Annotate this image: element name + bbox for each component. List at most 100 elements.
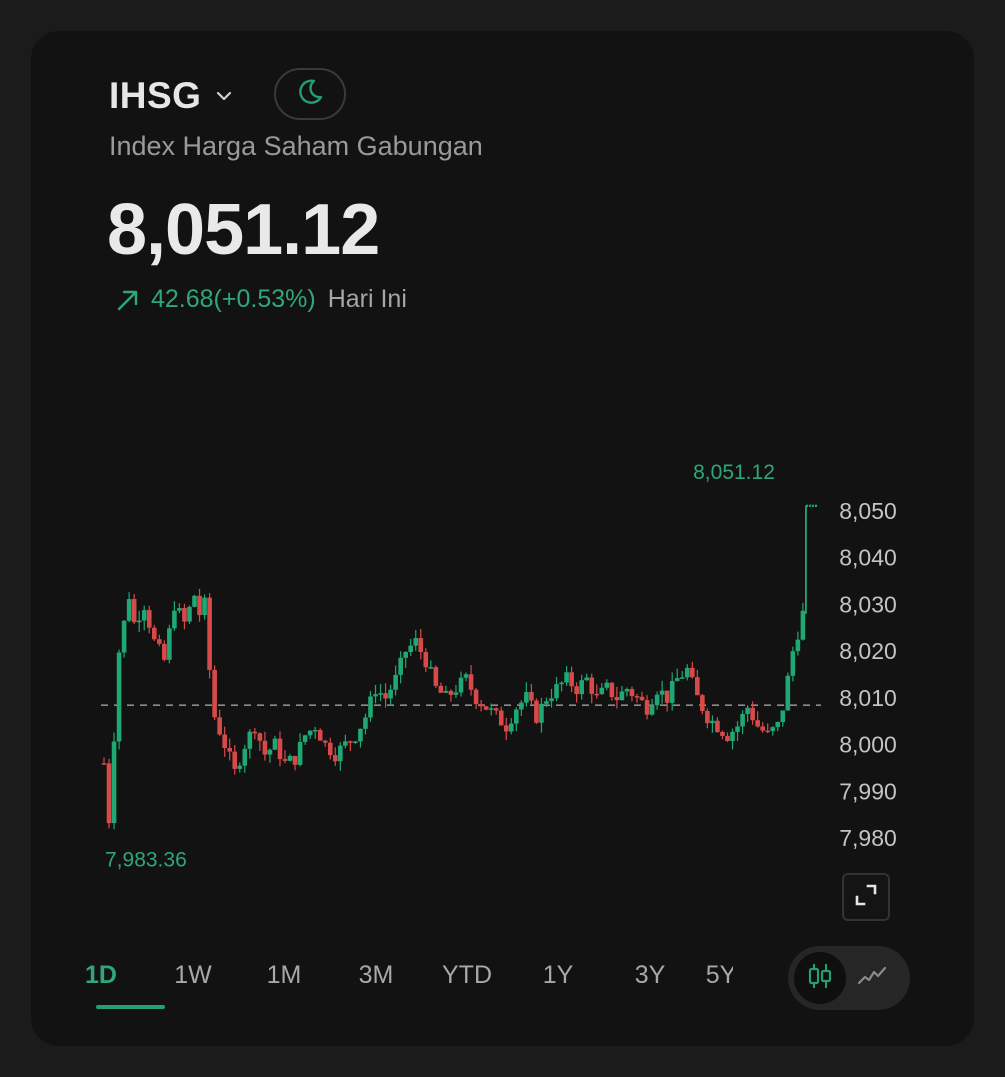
expand-icon: [853, 882, 879, 913]
candle-body: [287, 755, 293, 761]
candle-body: [378, 693, 383, 695]
candle-body: [232, 751, 238, 769]
candle-body: [383, 693, 388, 699]
candle-body: [227, 748, 233, 752]
candle-body: [212, 669, 217, 718]
candle-body: [252, 731, 258, 734]
expand-chart-button[interactable]: [842, 873, 890, 921]
candle-body: [453, 692, 459, 695]
current-price: 8,051.12: [107, 190, 380, 270]
candle-body: [373, 694, 378, 697]
candlestick-mode-button[interactable]: [794, 952, 846, 1004]
candle-body: [689, 667, 695, 678]
candle-body: [418, 638, 424, 652]
candle-body: [679, 677, 685, 679]
candle-body: [604, 682, 610, 688]
candle-body: [222, 734, 227, 749]
candle-body: [398, 657, 403, 675]
candle-body: [564, 672, 569, 683]
range-tab-1m[interactable]: 1M: [267, 961, 302, 990]
candle-body: [539, 703, 544, 723]
candle-body: [554, 684, 559, 699]
range-tab-1d[interactable]: 1D: [85, 961, 117, 990]
candle-body: [393, 674, 398, 690]
candle-body: [684, 667, 690, 678]
candle-body: [101, 763, 107, 765]
range-tab-5y[interactable]: 5Y: [706, 961, 733, 990]
candle-body: [549, 698, 554, 702]
line-mode-button[interactable]: [846, 952, 898, 1004]
candle-body: [368, 696, 373, 718]
range-tab-1w[interactable]: 1W: [174, 961, 212, 990]
range-tab-3y[interactable]: 3Y: [635, 961, 666, 990]
range-tab-ytd[interactable]: YTD: [442, 961, 492, 990]
candle-body: [257, 733, 263, 741]
candle-body: [443, 690, 449, 693]
candle-body: [353, 741, 358, 743]
candle-body: [574, 686, 579, 695]
candle-body: [428, 667, 434, 669]
candle-body: [579, 680, 584, 695]
candle-body: [594, 693, 600, 696]
high-label: 8,051.12: [693, 461, 775, 484]
candle-body: [363, 717, 368, 729]
candle-body: [126, 599, 132, 621]
index-card: IHSG Index Harga Saham Gabungan 8,051.12…: [31, 31, 974, 1046]
candle-body: [151, 627, 157, 640]
candle-body: [448, 690, 454, 695]
candle-body: [121, 620, 127, 653]
candle-body: [408, 645, 414, 653]
ticker-symbol: IHSG: [109, 75, 202, 116]
candle-body: [750, 707, 755, 721]
candle-body: [725, 735, 730, 742]
candle-body: [745, 707, 750, 714]
candle-body: [272, 738, 278, 750]
candle-body: [136, 620, 142, 623]
range-tabs-viewport: 1D 1W 1M 3M YTD 1Y 3Y 5Y: [31, 961, 733, 1021]
y-axis-tick-label: 8,020: [839, 638, 897, 664]
candle-body: [730, 731, 735, 742]
candle-body: [569, 672, 574, 687]
candle-body: [237, 765, 243, 769]
intraday-candlestick-chart[interactable]: 8,050 8,040 8,030 8,020 8,010 8,000 7,990 7,980…: [31, 451, 974, 871]
candle-body: [463, 674, 469, 678]
price-change: 42.68(+0.53%) Hari Ini: [115, 285, 407, 314]
candle-body: [664, 690, 670, 703]
candle-body: [644, 700, 650, 715]
candle-body: [262, 740, 268, 755]
candle-body: [700, 695, 705, 712]
candle-body: [654, 694, 660, 706]
candle-body: [343, 741, 348, 746]
candle-body: [624, 689, 630, 692]
range-tab-1y[interactable]: 1Y: [543, 961, 574, 990]
chart-type-toggle[interactable]: [788, 946, 910, 1010]
range-tab-3m[interactable]: 3M: [359, 961, 394, 990]
candle-body: [524, 692, 529, 703]
candle-body: [790, 651, 796, 676]
candle-body: [519, 702, 524, 710]
candle-body: [433, 667, 439, 686]
candle-body: [609, 682, 615, 698]
theme-toggle-button[interactable]: [274, 68, 346, 120]
candle-body: [388, 689, 393, 699]
candle-body: [327, 742, 333, 756]
candle-body: [659, 690, 665, 695]
ticker-selector[interactable]: IHSG: [109, 71, 235, 121]
candle-body: [177, 608, 182, 611]
candle-body: [705, 711, 710, 724]
candle-body: [478, 704, 484, 707]
candle-body: [780, 710, 786, 723]
candle-body: [649, 705, 655, 715]
candle-body: [755, 720, 760, 727]
candle-body: [202, 597, 207, 616]
candle-body: [584, 677, 590, 681]
candle-body: [423, 651, 429, 668]
candle-body: [770, 727, 776, 732]
candle-body: [403, 652, 408, 658]
candle-body: [207, 597, 212, 670]
candle-body: [192, 595, 197, 607]
candle-body: [297, 741, 303, 765]
candle-body: [740, 713, 745, 727]
y-axis-tick-label: 8,050: [839, 498, 897, 524]
candle-body: [146, 610, 152, 628]
